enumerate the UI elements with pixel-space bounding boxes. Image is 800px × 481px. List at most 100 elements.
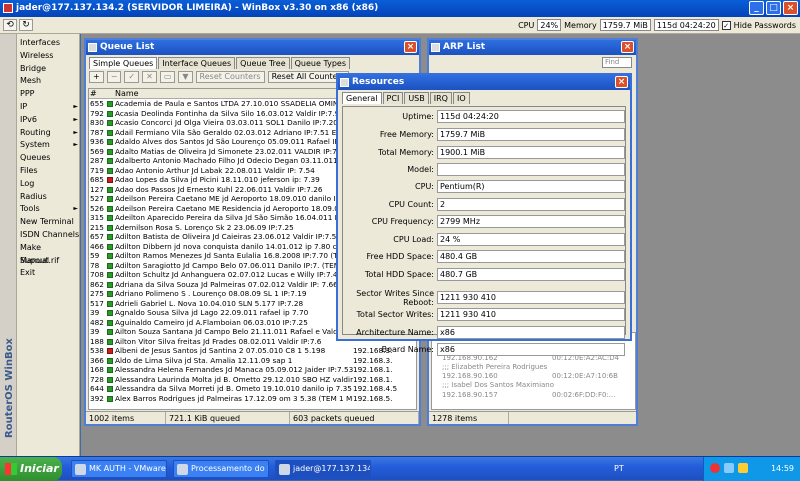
hide-passwords-checkbox[interactable]: ✓: [721, 20, 731, 30]
row-number: 466: [90, 241, 104, 251]
sidebar-item-tools[interactable]: Tools ►: [18, 203, 80, 216]
arp-list-titlebar[interactable]: ARP List ×: [429, 40, 636, 55]
sidebar-item-mesh[interactable]: Mesh: [18, 75, 80, 88]
list-item[interactable]: 192.168.90.160 00:12:0E:A7:10:6B: [432, 372, 635, 381]
arp-address: ;;; Isabel Dos Santos Maximiano: [442, 381, 555, 390]
redo-icon[interactable]: ↻: [19, 19, 33, 31]
remove-button[interactable]: −: [106, 71, 122, 83]
field-value[interactable]: 2799 MHz: [437, 215, 625, 228]
table-row[interactable]: 392 Alex Barros Rodrigues jd Palmeiras 17…: [89, 394, 416, 404]
sidebar-item-new-terminal[interactable]: New Terminal: [18, 216, 80, 229]
memory-value: 1759.7 MiB: [599, 19, 651, 31]
field-value[interactable]: Pentium(R): [437, 180, 625, 193]
queue-icon: [106, 280, 115, 290]
sidebar-item-files[interactable]: Files: [18, 165, 80, 178]
row-number: 526: [90, 203, 104, 213]
list-item[interactable]: 192.168.90.157 00:02:6F:DD:F0:...: [432, 391, 635, 400]
resources-titlebar[interactable]: Resources ×: [338, 75, 630, 90]
tab-usb[interactable]: USB: [404, 92, 429, 104]
row-number: 936: [90, 137, 104, 146]
enable-button[interactable]: ✓: [124, 71, 140, 83]
row-number: 39: [90, 308, 100, 317]
field-cpu-count: CPU Count: 2: [345, 198, 625, 211]
table-row[interactable]: 728 Alessandra Laurinda Molta jd B. Omett…: [89, 375, 416, 385]
queue-icon: [106, 384, 115, 394]
resources-close-button[interactable]: ×: [615, 76, 628, 88]
tab-general[interactable]: General: [342, 92, 382, 104]
minimize-button[interactable]: _: [749, 1, 764, 15]
queue-list-close-button[interactable]: ×: [404, 41, 417, 53]
reset-counters-button[interactable]: Reset Counters: [195, 71, 265, 83]
start-button[interactable]: Iniciar: [0, 457, 62, 481]
arp-list-close-button[interactable]: ×: [621, 41, 634, 53]
field-total-memory: Total Memory: 1900.1 MiB: [345, 146, 625, 159]
col-name[interactable]: Name: [115, 89, 353, 98]
sidebar-item-label: System: [20, 140, 50, 150]
sidebar-item-exit[interactable]: Exit: [18, 267, 80, 280]
queue-icon: [106, 394, 115, 404]
tab-queue-tree[interactable]: Queue Tree: [236, 57, 290, 69]
close-button[interactable]: ×: [783, 1, 798, 15]
tray-icon-1[interactable]: [710, 463, 720, 473]
language-indicator[interactable]: PT: [614, 464, 624, 473]
tab-pci[interactable]: PCI: [382, 92, 404, 104]
queue-name: Adao dos Passos Jd Ernesto Kuhl 22.06.01…: [115, 184, 323, 194]
queue-icon: [106, 175, 115, 185]
field-value[interactable]: 1900.1 MiB: [437, 146, 625, 159]
field-value[interactable]: x86: [437, 343, 625, 356]
sidebar-item-ppp[interactable]: PPP: [18, 88, 80, 101]
table-row[interactable]: 366 Aldo de Lima Silva jd Sta. Amalia 12.…: [89, 356, 416, 366]
list-item[interactable]: ;;; Elizabeth Pereira Rodrigues: [432, 363, 635, 372]
field-value[interactable]: 480.7 GB: [437, 268, 625, 281]
undo-icon[interactable]: ⟲: [3, 19, 17, 31]
task-chrome[interactable]: Processamento do Mi...: [173, 460, 269, 478]
add-button[interactable]: +: [89, 71, 104, 83]
tab-irq[interactable]: IRQ: [429, 92, 452, 104]
sidebar-item-system[interactable]: System ►: [18, 139, 80, 152]
filter-button[interactable]: ▼: [178, 71, 193, 83]
queue-icon: [106, 166, 115, 176]
sidebar-item-manual[interactable]: Manual: [18, 255, 80, 268]
arp-find-input[interactable]: Find: [602, 57, 632, 68]
field-value[interactable]: [437, 163, 625, 176]
sidebar-item-queues[interactable]: Queues: [18, 152, 80, 165]
field-value[interactable]: 2: [437, 198, 625, 211]
sidebar-item-routing[interactable]: Routing ►: [18, 127, 80, 140]
field-value[interactable]: 1759.7 MiB: [437, 128, 625, 141]
sidebar-item-wireless[interactable]: Wireless: [18, 50, 80, 63]
list-item[interactable]: ;;; Isabel Dos Santos Maximiano: [432, 381, 635, 390]
tab-interface-queues[interactable]: Interface Queues: [158, 57, 236, 69]
field-value[interactable]: 1211 930 410: [437, 291, 625, 304]
sidebar-item-make-supout-rif[interactable]: Make Supout.rif: [18, 242, 80, 265]
sidebar-item-interfaces[interactable]: Interfaces: [18, 37, 80, 50]
task-winbox[interactable]: jader@177.137.134....: [275, 460, 371, 478]
disable-button[interactable]: ✕: [142, 71, 157, 83]
queue-list-titlebar[interactable]: Queue List ×: [86, 40, 419, 55]
tab-queue-types[interactable]: Queue Types: [290, 57, 350, 69]
field-value[interactable]: 115d 04:24:20: [437, 110, 625, 123]
table-row[interactable]: 644 Alessandra da Silva Morreti jd B. Ome…: [89, 384, 416, 394]
sidebar-item-bridge[interactable]: Bridge: [18, 63, 80, 76]
tab-io[interactable]: IO: [452, 92, 470, 104]
chrome-icon: [177, 464, 188, 475]
sidebar-item-isdn-channels[interactable]: ISDN Channels: [18, 229, 80, 242]
field-value[interactable]: 1211 930 410: [437, 308, 625, 321]
task-label: Processamento do Mi...: [191, 464, 268, 473]
field-value[interactable]: 480.4 GB: [437, 250, 625, 263]
tray-icon-3[interactable]: [738, 463, 748, 473]
tray-icon-2[interactable]: [724, 463, 734, 473]
task-mk-auth[interactable]: MK AUTH - VMware ...: [71, 460, 167, 478]
field-label: CPU Load:: [393, 235, 434, 244]
comment-button[interactable]: ▭: [159, 71, 176, 83]
sidebar-item-log[interactable]: Log: [18, 178, 80, 191]
field-value[interactable]: 24 %: [437, 233, 625, 246]
maximize-button[interactable]: □: [766, 1, 781, 15]
sidebar-item-radius[interactable]: Radius: [18, 191, 80, 204]
clock[interactable]: 14:59: [771, 464, 794, 473]
tab-simple-queues[interactable]: Simple Queues: [89, 57, 158, 69]
col-num[interactable]: #: [89, 89, 106, 98]
field-value[interactable]: x86: [437, 326, 625, 339]
sidebar-item-ipv6[interactable]: IPv6 ►: [18, 114, 80, 127]
sidebar-item-ip[interactable]: IP ►: [18, 101, 80, 114]
table-row[interactable]: 168 Alessandra Helena Fernandes Jd Manaca…: [89, 365, 416, 375]
